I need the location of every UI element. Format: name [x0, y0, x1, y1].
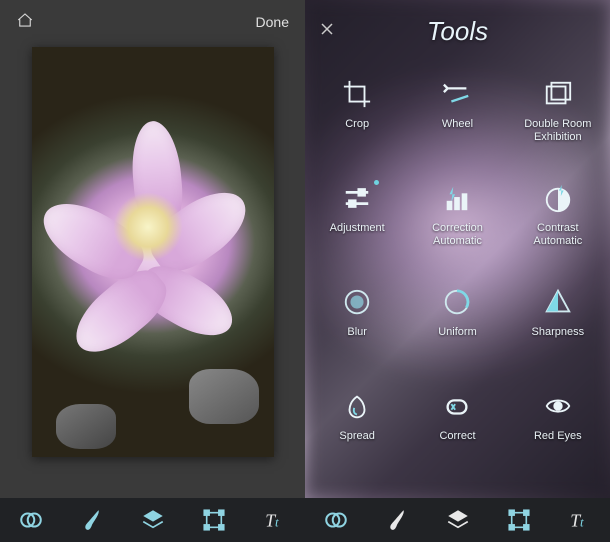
tool-label: Uniform: [438, 326, 477, 339]
bottom-bar-left: Tt: [0, 498, 305, 542]
adjustment-icon: [341, 182, 373, 214]
blur-icon: [341, 286, 373, 318]
nav-transform[interactable]: [199, 505, 229, 535]
tool-label: Wheel: [442, 118, 473, 131]
text-icon: Tt: [262, 507, 288, 533]
tool-crop[interactable]: Crop: [309, 70, 405, 170]
nav-brush-r[interactable]: [382, 505, 412, 535]
nav-brush[interactable]: [77, 505, 107, 535]
contrast-auto-icon: [542, 182, 574, 214]
correction-auto-icon: [441, 182, 473, 214]
nav-transform-r[interactable]: [504, 505, 534, 535]
close-button[interactable]: [319, 21, 335, 42]
text-icon: Tt: [567, 507, 593, 533]
rings-icon: [323, 507, 349, 533]
topbar: Done: [0, 0, 305, 39]
tool-sharpness[interactable]: Sharpness: [510, 278, 606, 378]
tool-label: Crop: [345, 118, 369, 131]
home-icon: [16, 12, 34, 28]
tool-label: Spread: [339, 430, 374, 443]
tool-uniform[interactable]: Uniform: [409, 278, 505, 378]
tool-label: Red Eyes: [534, 430, 582, 443]
nav-text[interactable]: Tt: [260, 505, 290, 535]
tool-blur[interactable]: Blur: [309, 278, 405, 378]
bottom-bar-right: Tt: [305, 498, 610, 542]
nav-text-r[interactable]: Tt: [565, 505, 595, 535]
svg-text:t: t: [580, 515, 584, 530]
svg-text:t: t: [275, 515, 279, 530]
tools-panel: Tools Crop Wheel Double Room Exhibition: [305, 0, 610, 498]
sharpness-icon: [542, 286, 574, 318]
tools-grid: Crop Wheel Double Room Exhibition: [305, 50, 610, 482]
tool-adjustment[interactable]: Adjustment: [309, 174, 405, 274]
wheel-icon: [441, 78, 473, 110]
nav-layers[interactable]: [138, 505, 168, 535]
tool-label: Adjustment: [330, 222, 385, 235]
layers-icon: [140, 507, 166, 533]
crop-icon: [341, 78, 373, 110]
red-eyes-icon: [542, 390, 574, 422]
tool-label: Correct: [439, 430, 475, 443]
tool-correct[interactable]: Correct: [409, 382, 505, 482]
exhibition-icon: [542, 78, 574, 110]
image-preview[interactable]: [32, 47, 274, 457]
tool-label: Correction Automatic: [412, 222, 502, 248]
nav-rings[interactable]: [16, 505, 46, 535]
bottom-bar: Tt Tt: [0, 498, 610, 542]
tool-label: Blur: [347, 326, 367, 339]
tool-label: Double Room Exhibition: [513, 118, 603, 144]
brush-icon: [384, 507, 410, 533]
close-icon: [319, 21, 335, 37]
tool-label: Contrast Automatic: [513, 222, 603, 248]
tool-red-eyes[interactable]: Red Eyes: [510, 382, 606, 482]
nav-rings-r[interactable]: [321, 505, 351, 535]
correct-icon: [441, 390, 473, 422]
tool-correction-auto[interactable]: Correction Automatic: [409, 174, 505, 274]
transform-icon: [201, 507, 227, 533]
spread-icon: [341, 390, 373, 422]
uniform-icon: [441, 286, 473, 318]
tool-contrast-auto[interactable]: Contrast Automatic: [510, 174, 606, 274]
transform-icon: [506, 507, 532, 533]
brush-icon: [79, 507, 105, 533]
nav-layers-r[interactable]: [443, 505, 473, 535]
tool-exhibition[interactable]: Double Room Exhibition: [510, 70, 606, 170]
editor-panel: Done: [0, 0, 305, 498]
layers-icon: [445, 507, 471, 533]
panel-title: Tools: [427, 16, 488, 47]
rings-icon: [18, 507, 44, 533]
tool-spread[interactable]: Spread: [309, 382, 405, 482]
home-button[interactable]: [16, 12, 34, 31]
tool-wheel[interactable]: Wheel: [409, 70, 505, 170]
tool-label: Sharpness: [532, 326, 585, 339]
done-button[interactable]: Done: [256, 14, 289, 30]
